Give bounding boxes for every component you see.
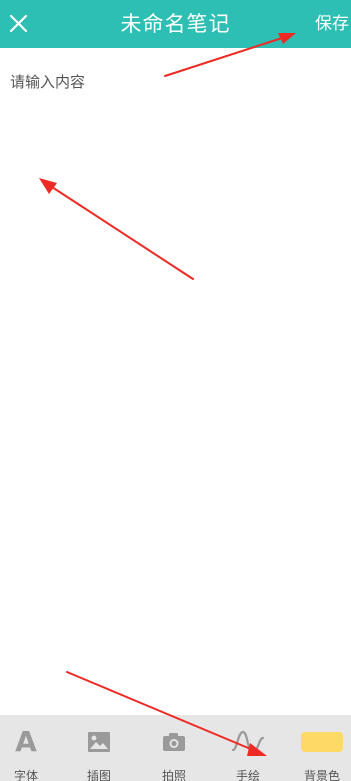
toolbar-item-font[interactable]: A 字体 — [0, 715, 56, 781]
image-icon — [88, 732, 110, 752]
toolbar-item-background-color[interactable]: 背景色 — [292, 715, 351, 781]
top-bar: 未命名笔记 保存 — [0, 0, 351, 48]
toolbar-item-label: 手绘 — [235, 769, 260, 781]
save-button[interactable]: 保存 — [315, 0, 349, 48]
close-icon — [9, 14, 28, 33]
freehand-icon — [231, 730, 265, 754]
toolbar-item-label: 背景色 — [303, 769, 340, 781]
toolbar-item-label: 拍照 — [161, 769, 186, 781]
toolbar-item-image[interactable]: 插图 — [69, 715, 129, 781]
close-button[interactable] — [4, 8, 34, 38]
note-editor-screen: 未命名笔记 保存 A 字体 插图 — [0, 0, 351, 781]
font-icon: A — [15, 725, 37, 758]
camera-icon — [163, 733, 185, 751]
toolbar-item-camera[interactable]: 拍照 — [144, 715, 204, 781]
toolbar-item-label: 字体 — [13, 769, 38, 781]
toolbar-item-freehand[interactable]: 手绘 — [218, 715, 278, 781]
page-title: 未命名笔记 — [120, 12, 231, 36]
background-color-swatch — [301, 732, 343, 752]
note-content-input[interactable] — [0, 48, 351, 715]
bottom-toolbar: A 字体 插图 拍照 手绘 背景色 — [0, 715, 351, 781]
toolbar-item-label: 插图 — [86, 769, 111, 781]
